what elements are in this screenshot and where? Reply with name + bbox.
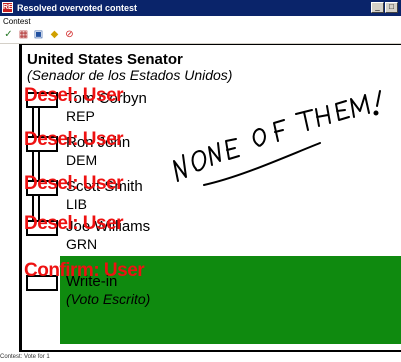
reject-icon[interactable]: ⊘ — [63, 29, 76, 41]
confirm-overlay: Confirm: User — [24, 260, 145, 281]
ballot-image: United States Senator (Senador de los Es… — [0, 44, 401, 354]
contest-subtitle: (Senador de los Estados Unidos) — [27, 67, 233, 83]
menu-bar: Contest — [0, 16, 401, 28]
window-controls: _ □ — [371, 2, 398, 13]
dialog-window: RE Resolved overvoted contest _ □ Contes… — [0, 0, 401, 362]
deselect-overlay: Desel: User — [24, 85, 124, 106]
minimize-button[interactable]: _ — [371, 2, 384, 13]
status-text: Contest: Vote for 1 — [0, 354, 50, 360]
title-bar: RE Resolved overvoted contest _ □ — [0, 0, 401, 16]
accept-check-icon[interactable]: ✓ — [2, 29, 15, 41]
handwritten-note — [173, 90, 381, 186]
window-title: Resolved overvoted contest — [17, 3, 138, 13]
menu-contest[interactable]: Contest — [3, 16, 31, 28]
deselect-overlay: Desel: User — [24, 213, 124, 234]
maximize-button[interactable]: □ — [385, 2, 398, 13]
candidate-party: LIB — [66, 196, 88, 212]
flag-icon[interactable]: ◆ — [48, 29, 61, 41]
deselect-overlay: Desel: User — [24, 129, 124, 150]
ballot-image-icon[interactable]: ▦ — [17, 29, 30, 41]
candidate-party: DEM — [66, 152, 98, 168]
candidate-party: REP — [66, 108, 95, 124]
ballot-border-left — [19, 44, 22, 354]
writein-subtitle: (Voto Escrito) — [66, 291, 151, 307]
app-icon: RE — [2, 2, 13, 13]
ballot-border-top — [22, 44, 401, 45]
contest-title: United States Senator — [27, 51, 183, 68]
status-bar: Contest: Vote for 1 — [0, 352, 401, 362]
toolbar: ✓ ▦ ▣ ◆ ⊘ — [0, 28, 401, 44]
candidate-party: GRN — [66, 236, 98, 252]
deselect-overlay: Desel: User — [24, 173, 124, 194]
view-icon[interactable]: ▣ — [32, 29, 45, 41]
